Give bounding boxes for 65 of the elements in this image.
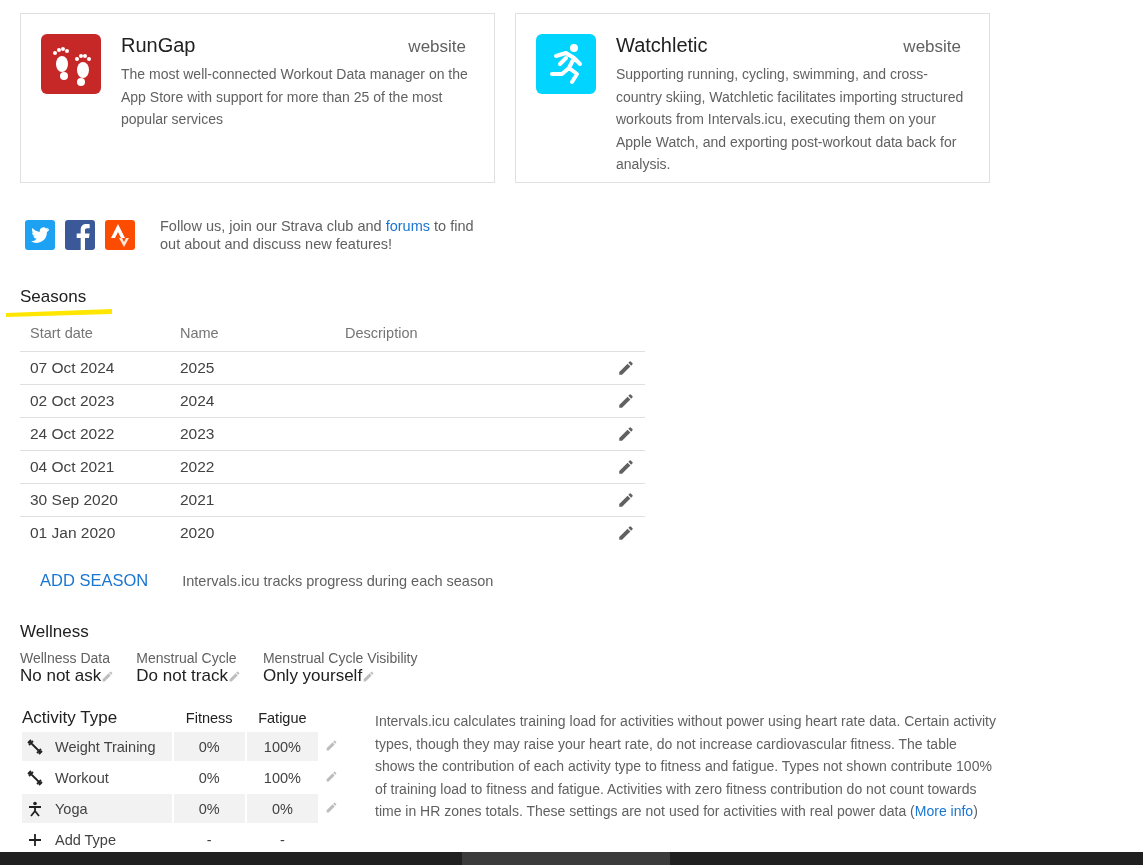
column-header: Fatigue bbox=[258, 710, 307, 726]
table-cell: 0% bbox=[198, 769, 220, 786]
table-cell: 0% bbox=[271, 800, 293, 817]
facebook-f-icon[interactable] bbox=[65, 220, 95, 250]
field-value: Do not track bbox=[136, 666, 228, 686]
field-value: No not ask bbox=[20, 666, 102, 686]
activity-name: Workout bbox=[55, 769, 109, 786]
table-cell: 2025 bbox=[180, 359, 215, 376]
field-value: Only yourself bbox=[262, 666, 363, 686]
field-label: Menstrual Cycle Visibility bbox=[262, 650, 418, 666]
table-cell: 0% bbox=[198, 738, 220, 755]
section-title: Seasons bbox=[20, 287, 87, 306]
column-header: Fitness bbox=[185, 710, 233, 726]
column-header: Description bbox=[345, 325, 418, 341]
table-cell: - bbox=[279, 831, 285, 848]
table-cell: 100% bbox=[263, 769, 301, 786]
field-label: Menstrual Cycle bbox=[136, 650, 238, 666]
table-cell: 04 Oct 2021 bbox=[30, 458, 115, 475]
column-header: Name bbox=[180, 325, 219, 341]
column-header: Start date bbox=[30, 325, 93, 341]
edit-icon[interactable] bbox=[617, 392, 635, 411]
edit-icon[interactable] bbox=[617, 359, 635, 378]
table-cell: 100% bbox=[263, 738, 301, 755]
table-cell: 2023 bbox=[180, 425, 215, 442]
hint-text: Intervals.icu tracks progress during each season bbox=[182, 572, 494, 589]
table-cell: 24 Oct 2022 bbox=[30, 425, 115, 442]
add-type-link[interactable]: Add Type bbox=[55, 831, 116, 848]
table-cell: 2024 bbox=[180, 392, 215, 409]
activity-name: Yoga bbox=[55, 800, 88, 817]
bird-icon[interactable] bbox=[25, 220, 55, 250]
column-header: Activity Type bbox=[22, 708, 118, 727]
table-cell: 30 Sep 2020 bbox=[30, 491, 118, 508]
table-cell: - bbox=[206, 831, 212, 848]
table-cell: 2020 bbox=[180, 524, 215, 541]
more-info-link[interactable]: More info bbox=[914, 803, 974, 820]
add-season-button[interactable]: ADD SEASON bbox=[28, 565, 161, 596]
table-cell: 0% bbox=[198, 800, 220, 817]
table-cell: 02 Oct 2023 bbox=[30, 392, 115, 409]
table-cell: 07 Oct 2024 bbox=[30, 359, 115, 376]
description-text: Intervals.icu calculates training load for activities without power using heart rate data. Certain activity types, though they may raise your heart rate, do not increase cardiovascular fitness. The table shows the contribution of each activity type to fitness and fatigue. Types not shown contribute 100% of training load to fitness and fatigue. Activities with zero fitness contribution do not count towards time in HR zones totals. These settings are not used for activities with real power data (More info) bbox=[375, 712, 997, 822]
runner-icon bbox=[536, 34, 596, 94]
table-cell: 2021 bbox=[180, 491, 215, 508]
footprints-icon bbox=[41, 34, 101, 94]
activity-name: Weight Training bbox=[55, 738, 156, 755]
dumbbell-icon bbox=[27, 769, 43, 786]
edit-icon[interactable] bbox=[617, 524, 635, 543]
website-link[interactable]: website bbox=[903, 37, 961, 57]
plus-icon[interactable] bbox=[27, 831, 43, 848]
strava-icon[interactable] bbox=[105, 220, 135, 250]
app-description: The most well-connected Workout Data manager on the App Store with support for more than 25 of the most popular services bbox=[121, 65, 469, 129]
website-link[interactable]: website bbox=[408, 37, 466, 57]
edit-icon[interactable] bbox=[617, 458, 635, 477]
forums-link[interactable]: forums bbox=[385, 218, 430, 234]
field-label: Wellness Data bbox=[20, 650, 111, 666]
table-cell: 2022 bbox=[180, 458, 215, 475]
follow-text: Follow us, join our Strava club and forums to find out about and discuss new features! bbox=[160, 217, 475, 253]
dumbbell-icon bbox=[27, 738, 43, 755]
table-cell: 01 Jan 2020 bbox=[30, 524, 116, 541]
section-title: Wellness bbox=[20, 622, 90, 642]
app-name: Watchletic bbox=[616, 34, 708, 57]
app-name: RunGap bbox=[121, 34, 196, 57]
app-description: Supporting running, cycling, swimming, and cross-country skiing, Watchletic facilitates importing structured workouts from Intervals.icu, executing them on your Apple Watch, and exporting post-workout data back for analysis. bbox=[616, 65, 965, 174]
edit-icon[interactable] bbox=[617, 491, 635, 510]
edit-icon[interactable] bbox=[617, 425, 635, 444]
yoga-pose-icon bbox=[27, 800, 43, 817]
